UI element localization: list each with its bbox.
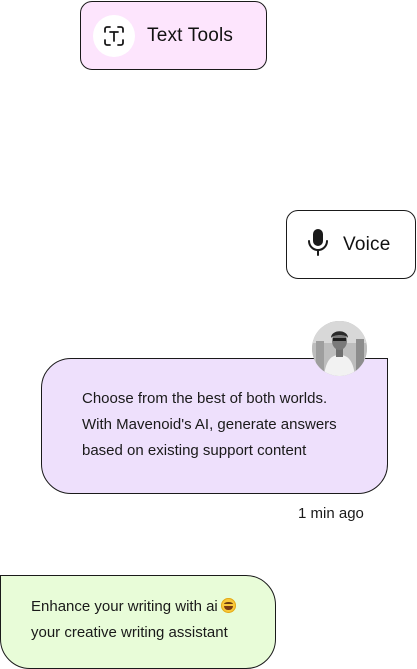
- text-tools-label: Text Tools: [147, 24, 234, 46]
- ai-message-line: With Mavenoid's AI, generate answers: [82, 416, 337, 433]
- writing-message-line: Enhance your writing with ai: [31, 594, 265, 620]
- voice-button[interactable]: Voice: [286, 210, 416, 279]
- user-avatar: [312, 321, 367, 376]
- writing-message-bubble: Enhance your writing with ai your creati…: [0, 575, 276, 669]
- text-scan-icon: [93, 14, 135, 57]
- writing-message-line: your creative writing assistant: [31, 624, 228, 641]
- ai-message-line: based on existing support content: [82, 442, 307, 459]
- writing-message-text: Enhance your writing with ai: [31, 598, 218, 615]
- ai-message-line: Choose from the best of both worlds.: [82, 390, 328, 407]
- microphone-icon: [307, 228, 329, 261]
- voice-label: Voice: [343, 233, 391, 255]
- message-timestamp: 1 min ago: [298, 505, 364, 522]
- grinning-face-emoji-icon: [220, 598, 236, 613]
- ai-message-bubble: Choose from the best of both worlds. Wit…: [41, 358, 388, 494]
- text-tools-button[interactable]: Text Tools: [80, 1, 267, 70]
